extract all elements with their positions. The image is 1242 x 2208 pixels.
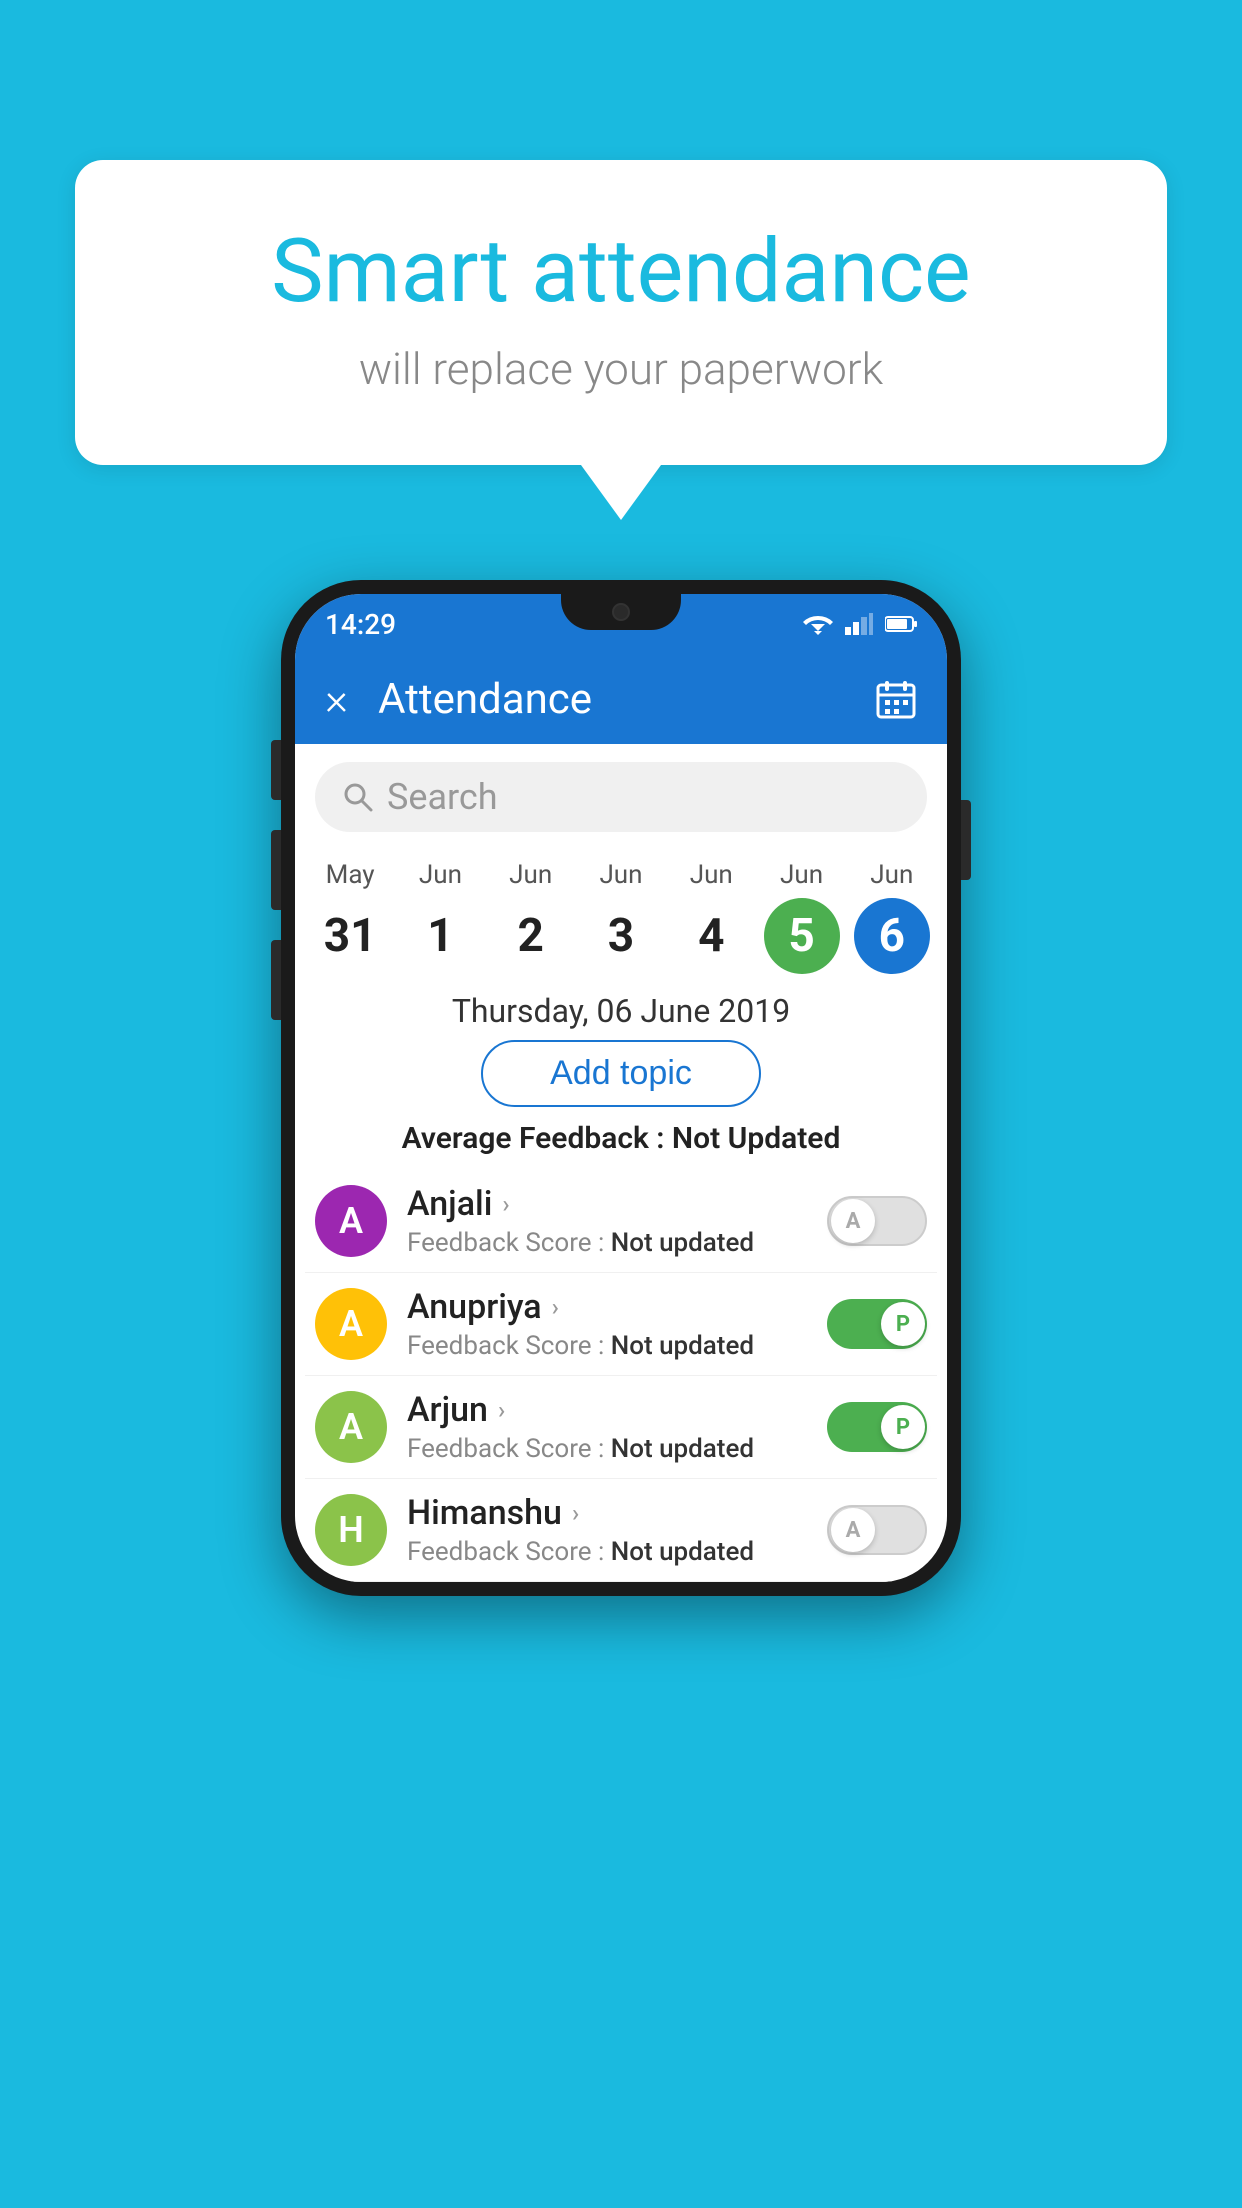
cal-date-number[interactable]: 4	[673, 898, 749, 974]
cal-month-label: Jun	[870, 860, 913, 890]
calendar-day[interactable]: Jun 2	[489, 860, 573, 974]
notch	[561, 594, 681, 630]
cal-date-number[interactable]: 3	[583, 898, 659, 974]
speech-bubble-subtitle: will replace your paperwork	[155, 343, 1087, 395]
cal-month-label: Jun	[780, 860, 823, 890]
speech-bubble: Smart attendance will replace your paper…	[75, 160, 1167, 465]
student-name: Anjali ›	[407, 1184, 827, 1224]
student-row[interactable]: H Himanshu › Feedback Score : Not updatedA	[305, 1479, 937, 1582]
student-row[interactable]: AAnjali ›Feedback Score : Not updatedA	[305, 1170, 937, 1273]
status-time: 14:29	[325, 608, 396, 641]
calendar-day[interactable]: Jun 4	[669, 860, 753, 974]
student-info: Himanshu › Feedback Score : Not updated	[407, 1493, 827, 1567]
cal-month-label: Jun	[599, 860, 642, 890]
close-button[interactable]: ×	[325, 673, 348, 725]
calendar-day[interactable]: Jun 6	[850, 860, 934, 974]
calendar-day[interactable]: May 31	[308, 860, 392, 974]
calendar-day[interactable]: Jun 1	[398, 860, 482, 974]
student-avatar: H	[315, 1494, 387, 1566]
speech-bubble-title: Smart attendance	[155, 220, 1087, 323]
attendance-toggle[interactable]: P	[827, 1402, 927, 1452]
chevron-right-icon: ›	[552, 1293, 559, 1321]
calendar-icon[interactable]	[875, 678, 917, 720]
student-info: Arjun › Feedback Score : Not updated	[407, 1390, 827, 1464]
phone-mockup: 14:29	[281, 580, 961, 1596]
student-list: AAnjali ›Feedback Score : Not updatedAAA…	[295, 1170, 947, 1582]
feedback-value: Not updated	[611, 1331, 754, 1361]
cal-date-number[interactable]: 2	[493, 898, 569, 974]
student-row[interactable]: A Arjun › Feedback Score : Not updated P	[305, 1376, 937, 1479]
app-bar: × Attendance	[295, 654, 947, 744]
cal-month-label: Jun	[509, 860, 552, 890]
front-camera	[612, 603, 630, 621]
student-avatar: A	[315, 1391, 387, 1463]
feedback-value: Not updated	[611, 1537, 754, 1567]
student-info: Anjali › Feedback Score : Not updated	[407, 1184, 827, 1258]
calendar-strip: May 31 Jun 1 Jun 2 Jun 3 Jun 4 Jun 5 Jun 6	[295, 850, 947, 974]
student-avatar: A	[315, 1185, 387, 1257]
chevron-right-icon: ›	[572, 1499, 579, 1527]
student-row[interactable]: A Anupriya › Feedback Score : Not updated P	[305, 1273, 937, 1376]
cal-date-number[interactable]: 31	[312, 898, 388, 974]
add-topic-button[interactable]: Add topic	[481, 1040, 761, 1107]
cal-month-label: Jun	[419, 860, 462, 890]
search-input[interactable]: Search	[387, 776, 498, 818]
feedback-value: Not updated	[611, 1434, 754, 1464]
student-feedback-score: Feedback Score : Not updated	[407, 1228, 827, 1258]
cal-month-label: May	[326, 860, 375, 890]
student-avatar: A	[315, 1288, 387, 1360]
app-title: Attendance	[378, 675, 875, 724]
toggle-knob: P	[881, 1405, 925, 1449]
avg-feedback-label: Average Feedback :	[402, 1121, 672, 1156]
vol-up-button	[271, 830, 281, 910]
speech-bubble-container: Smart attendance will replace your paper…	[75, 160, 1167, 465]
student-feedback-score: Feedback Score : Not updated	[407, 1537, 827, 1567]
cal-date-number[interactable]: 6	[854, 898, 930, 974]
mute-button	[271, 740, 281, 800]
calendar-day[interactable]: Jun 3	[579, 860, 663, 974]
status-bar: 14:29	[295, 594, 947, 654]
student-name: Anupriya ›	[407, 1287, 827, 1327]
student-name: Himanshu ›	[407, 1493, 827, 1533]
average-feedback: Average Feedback : Not Updated	[295, 1121, 947, 1156]
calendar-day[interactable]: Jun 5	[760, 860, 844, 974]
student-feedback-score: Feedback Score : Not updated	[407, 1331, 827, 1361]
cal-date-number[interactable]: 5	[764, 898, 840, 974]
vol-down-button	[271, 940, 281, 1020]
student-name: Arjun ›	[407, 1390, 827, 1430]
status-icons	[803, 613, 917, 635]
toggle-knob: A	[831, 1199, 875, 1243]
cal-date-number[interactable]: 1	[402, 898, 478, 974]
wifi-icon	[803, 613, 833, 635]
toggle-knob: A	[831, 1508, 875, 1552]
signal-icon	[845, 613, 873, 635]
search-bar[interactable]: Search	[315, 762, 927, 832]
phone-outer: 14:29	[281, 580, 961, 1596]
selected-date: Thursday, 06 June 2019	[295, 992, 947, 1030]
student-feedback-score: Feedback Score : Not updated	[407, 1434, 827, 1464]
phone-screen: 14:29	[295, 594, 947, 1582]
search-icon	[343, 782, 373, 812]
feedback-value: Not updated	[611, 1228, 754, 1258]
avg-feedback-value: Not Updated	[672, 1121, 840, 1156]
attendance-toggle[interactable]: A	[827, 1505, 927, 1555]
power-button	[961, 800, 971, 880]
attendance-toggle[interactable]: P	[827, 1299, 927, 1349]
attendance-toggle[interactable]: A	[827, 1196, 927, 1246]
chevron-right-icon: ›	[498, 1396, 505, 1424]
chevron-right-icon: ›	[502, 1190, 509, 1218]
toggle-knob: P	[881, 1302, 925, 1346]
battery-icon	[885, 615, 917, 633]
student-info: Anupriya › Feedback Score : Not updated	[407, 1287, 827, 1361]
cal-month-label: Jun	[690, 860, 733, 890]
